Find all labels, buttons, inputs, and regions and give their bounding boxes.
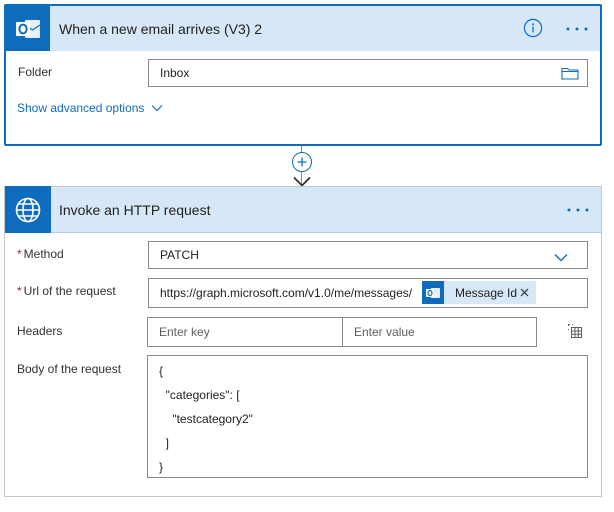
chevron-down-icon [151,104,163,112]
trigger-card-header[interactable]: When a new email arrives (V3) 2 [6,6,600,51]
trigger-title: When a new email arrives (V3) 2 [59,20,263,37]
message-id-token-label: Message Id [455,285,518,300]
message-id-token[interactable]: Message Id [422,281,536,304]
action-title: Invoke an HTTP request [59,201,211,218]
folder-icon[interactable] [561,66,579,80]
url-label: * Url of the request [17,284,116,298]
show-advanced-options-label: Show advanced options [17,101,145,115]
folder-field[interactable]: Inbox [148,59,588,87]
folder-value: Inbox [160,66,190,80]
plus-icon[interactable] [292,152,312,172]
action-card-header[interactable]: Invoke an HTTP request [4,186,602,233]
required-marker: * [17,247,22,261]
header-value-input[interactable]: Enter value [342,317,537,347]
switch-to-text-mode-icon[interactable] [567,323,583,339]
method-label: * Method [17,247,64,261]
close-icon[interactable] [517,285,531,299]
body-label: Body of the request [17,362,122,376]
show-advanced-options-link[interactable]: Show advanced options [17,101,163,115]
header-value-placeholder: Enter value [354,325,415,339]
required-marker: * [17,284,22,298]
ellipsis-icon[interactable] [562,18,592,40]
header-key-placeholder: Enter key [159,325,210,339]
header-key-input[interactable]: Enter key [147,317,343,347]
body-textarea[interactable]: { "categories": [ "testcategory2" ] } [147,355,588,478]
url-value: https://graph.microsoft.com/v1.0/me/mess… [160,286,413,300]
method-select[interactable]: PATCH [148,241,588,269]
body-line: } [159,460,164,474]
info-icon[interactable] [522,17,544,39]
body-line: "testcategory2" [159,412,253,426]
globe-icon [5,186,51,233]
chevron-down-icon[interactable] [554,251,568,262]
body-line: { [159,364,164,378]
body-line: "categories": [ [159,388,240,402]
headers-label: Headers [17,324,63,338]
folder-label: Folder [18,65,53,79]
outlook-icon [422,281,444,304]
outlook-icon [6,6,50,51]
ellipsis-icon[interactable] [563,199,593,221]
body-line: ] [159,436,170,450]
method-value: PATCH [160,248,199,262]
